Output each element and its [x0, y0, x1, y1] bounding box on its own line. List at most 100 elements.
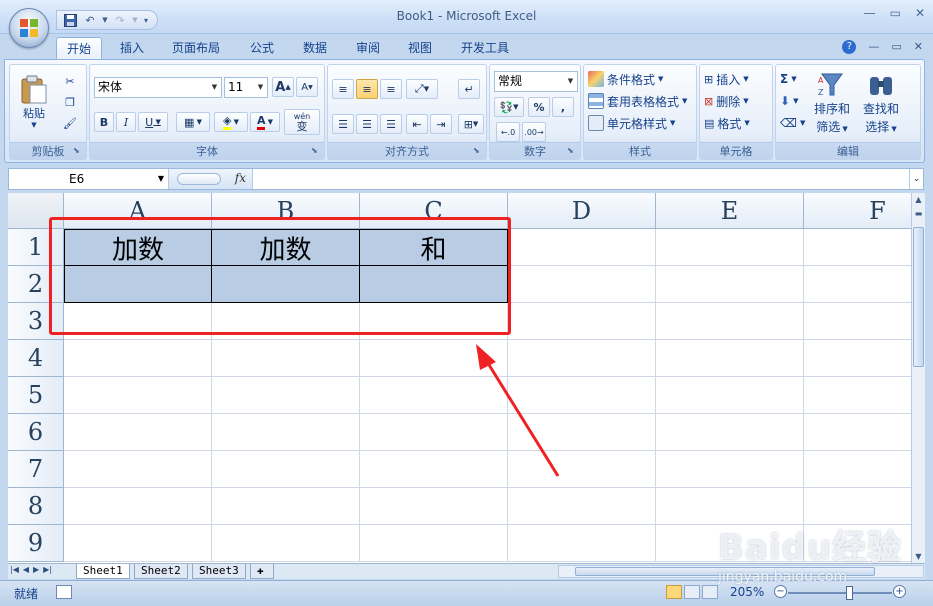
align-top-icon[interactable]: ≡: [332, 79, 354, 99]
percent-button[interactable]: %: [528, 97, 550, 117]
clipboard-launcher-icon[interactable]: ⬊: [73, 146, 83, 156]
cell-a5[interactable]: [64, 377, 212, 414]
row-header-3[interactable]: 3: [8, 303, 64, 340]
cell-f5[interactable]: [804, 377, 911, 414]
redo-icon[interactable]: ↷: [111, 12, 129, 28]
cell-a4[interactable]: [64, 340, 212, 377]
cell-b9[interactable]: [212, 525, 360, 562]
cell-a9[interactable]: [64, 525, 212, 562]
zoom-slider-knob[interactable]: [846, 586, 853, 600]
cell-c7[interactable]: [360, 451, 508, 488]
cell-f7[interactable]: [804, 451, 911, 488]
find-select-button[interactable]: 查找和 选择 ▼: [856, 67, 906, 139]
tab-data[interactable]: 数据: [293, 37, 337, 60]
name-box[interactable]: E6 ▼: [9, 169, 169, 189]
cell-a8[interactable]: [64, 488, 212, 525]
cell-e5[interactable]: [656, 377, 804, 414]
formula-input[interactable]: [255, 171, 907, 187]
maximize-icon[interactable]: ▭: [890, 6, 901, 20]
column-header-c[interactable]: C: [360, 193, 508, 229]
number-format-combo[interactable]: 常规 ▼: [494, 71, 578, 92]
cell-d8[interactable]: [508, 488, 656, 525]
undo-dropdown-icon[interactable]: ▼: [101, 12, 109, 28]
cell-b6[interactable]: [212, 414, 360, 451]
cell-e8[interactable]: [656, 488, 804, 525]
insert-function-icon[interactable]: fx: [235, 171, 246, 185]
column-header-a[interactable]: A: [64, 193, 212, 229]
font-color-button[interactable]: A ▼: [250, 112, 280, 132]
column-header-d[interactable]: D: [508, 193, 656, 229]
row-header-6[interactable]: 6: [8, 414, 64, 451]
sheet-tab-sheet2[interactable]: Sheet2: [134, 564, 188, 579]
workbook-minimize-icon[interactable]: —: [868, 40, 879, 54]
underline-button[interactable]: U ▼: [138, 112, 168, 132]
formula-bar-resize-handle[interactable]: [177, 173, 221, 185]
zoom-slider[interactable]: − +: [774, 584, 906, 602]
grow-font-button[interactable]: A ▲: [272, 77, 294, 97]
cell-e6[interactable]: [656, 414, 804, 451]
sort-filter-button[interactable]: A Z 排序和 筛选 ▼: [810, 67, 854, 139]
bold-button[interactable]: B: [94, 112, 114, 132]
cell-e7[interactable]: [656, 451, 804, 488]
cell-d9[interactable]: [508, 525, 656, 562]
cell-f3[interactable]: [804, 303, 911, 340]
zoom-in-icon[interactable]: +: [893, 585, 906, 598]
workbook-restore-icon[interactable]: ▭: [891, 40, 901, 54]
copy-icon[interactable]: ❐: [60, 92, 80, 112]
select-all-corner[interactable]: [8, 193, 64, 229]
cell-a7[interactable]: [64, 451, 212, 488]
cell-e2[interactable]: [656, 266, 804, 303]
shrink-font-button[interactable]: A ▼: [296, 77, 318, 97]
cell-b5[interactable]: [212, 377, 360, 414]
paste-button[interactable]: 粘贴 ▼: [14, 69, 54, 135]
cell-b7[interactable]: [212, 451, 360, 488]
cell-f4[interactable]: [804, 340, 911, 377]
font-launcher-icon[interactable]: ⬊: [311, 146, 321, 156]
cell-f9[interactable]: [804, 525, 911, 562]
zoom-level[interactable]: 205%: [730, 585, 764, 599]
format-painter-icon[interactable]: 🖌: [60, 113, 80, 133]
page-break-view-icon[interactable]: [702, 585, 718, 599]
phonetic-button[interactable]: wén 变: [284, 109, 320, 135]
row-header-5[interactable]: 5: [8, 377, 64, 414]
minimize-icon[interactable]: —: [864, 6, 876, 20]
cell-a3[interactable]: [64, 303, 212, 340]
row-header-9[interactable]: 9: [8, 525, 64, 562]
cell-f1[interactable]: [804, 229, 911, 266]
insert-cells-button[interactable]: ⊞ 插入 ▼: [704, 69, 749, 89]
row-header-1[interactable]: 1: [8, 229, 64, 266]
merge-center-button[interactable]: ⊞ ▼: [458, 114, 484, 134]
conditional-format-button[interactable]: 条件格式 ▼: [588, 69, 663, 89]
normal-view-icon[interactable]: [666, 585, 682, 599]
worksheet-grid[interactable]: A B C D E F 1 2 3 4 5 6 7 8 9 加数 加数 和: [8, 193, 911, 563]
clear-button[interactable]: ⌫ ▼: [780, 113, 805, 133]
cell-e9[interactable]: [656, 525, 804, 562]
column-header-f[interactable]: F: [804, 193, 911, 229]
delete-cells-button[interactable]: ⊠ 删除 ▼: [704, 91, 749, 111]
cell-d4[interactable]: [508, 340, 656, 377]
horizontal-scrollbar[interactable]: [558, 565, 924, 578]
tab-developer[interactable]: 开发工具: [451, 37, 519, 60]
cell-a6[interactable]: [64, 414, 212, 451]
decrease-decimal-icon[interactable]: .00→: [522, 122, 546, 142]
tab-review[interactable]: 审阅: [346, 37, 390, 60]
align-center-icon[interactable]: ☰: [356, 114, 378, 134]
decrease-indent-icon[interactable]: ⇤: [406, 114, 428, 134]
office-button[interactable]: [9, 8, 49, 48]
insert-sheet-icon[interactable]: ✚: [250, 564, 274, 579]
tab-insert[interactable]: 插入: [110, 37, 154, 60]
tab-view[interactable]: 视图: [398, 37, 442, 60]
vertical-scroll-thumb[interactable]: [913, 227, 924, 367]
fill-button[interactable]: ⬇ ▼: [780, 91, 798, 111]
cell-c4[interactable]: [360, 340, 508, 377]
autosum-button[interactable]: Σ ▼: [780, 69, 797, 89]
increase-decimal-icon[interactable]: ←.0: [496, 122, 520, 142]
page-layout-view-icon[interactable]: [684, 585, 700, 599]
tab-formulas[interactable]: 公式: [240, 37, 284, 60]
font-name-combo[interactable]: 宋体 ▼: [94, 77, 222, 98]
cell-e4[interactable]: [656, 340, 804, 377]
workbook-close-icon[interactable]: ✕: [914, 40, 923, 54]
cell-e1[interactable]: [656, 229, 804, 266]
alignment-launcher-icon[interactable]: ⬊: [473, 146, 483, 156]
macro-record-icon[interactable]: [56, 585, 72, 599]
